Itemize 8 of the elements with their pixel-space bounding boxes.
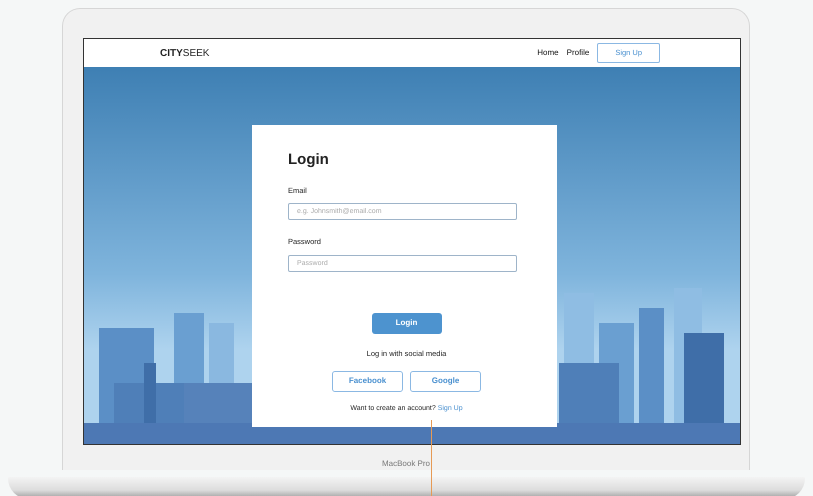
login-title: Login [288, 151, 330, 169]
nav-link[interactable]: Profile [566, 47, 590, 59]
device-label: MacBook Pro [382, 458, 430, 470]
login-button[interactable]: Login [372, 312, 442, 334]
social-login-button[interactable]: Google [410, 370, 481, 392]
brand-logo[interactable]: CITYSEEK [160, 46, 210, 60]
social-login-button[interactable]: Facebook [332, 370, 403, 392]
nav-link[interactable]: Home [537, 47, 559, 59]
